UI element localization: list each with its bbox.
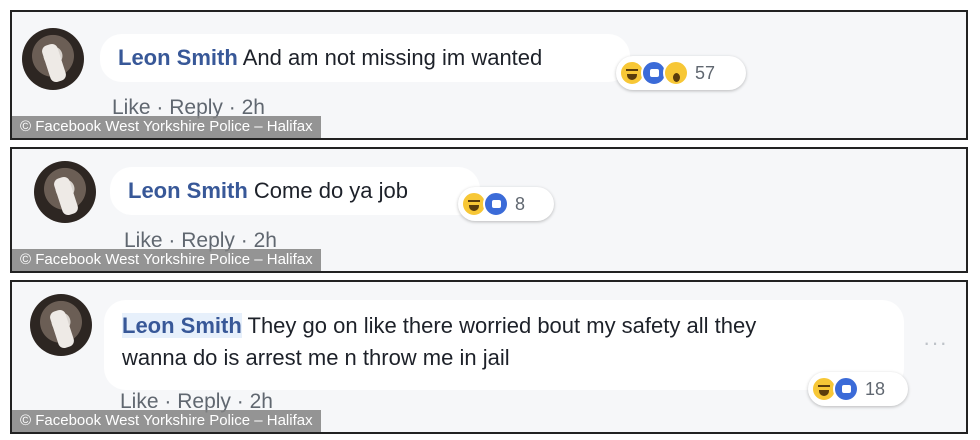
comment-text: And am not missing im wanted [242,45,543,70]
comment-text: Come do ya job [253,178,408,203]
reaction-count: 18 [865,378,886,399]
comment-panel-1: Leon Smith And am not missing im wanted … [10,10,968,140]
comment-panel-3: Leon Smith They go on like there worried… [10,280,968,434]
reactions-summary[interactable]: 57 [616,56,746,90]
wow-icon [663,60,689,86]
reactions-summary[interactable]: 8 [458,187,554,221]
reactions-summary[interactable]: 18 [808,372,908,406]
avatar[interactable] [22,28,84,90]
photo-credit: © Facebook West Yorkshire Police – Halif… [12,410,321,432]
avatar[interactable] [30,294,92,356]
like-icon [833,376,859,402]
author-name[interactable]: Leon Smith [118,45,238,70]
photo-credit: © Facebook West Yorkshire Police – Halif… [12,116,321,138]
comment-text-line-1: They go on like there worried bout my sa… [247,313,757,338]
author-name[interactable]: Leon Smith [122,313,242,338]
comment-text-line-2: wanna do is arrest me n throw me in jail [122,345,510,370]
reaction-count: 8 [515,193,526,214]
more-options-icon[interactable]: ··· [923,330,948,356]
like-icon [483,191,509,217]
comment-bubble: Leon Smith Come do ya job [110,167,480,215]
comment-bubble: Leon Smith They go on like there worried… [104,300,904,390]
photo-credit: © Facebook West Yorkshire Police – Halif… [12,249,321,271]
comment-panel-2: Leon Smith Come do ya job 8 Like · Reply… [10,147,968,273]
comment-bubble: Leon Smith And am not missing im wanted [100,34,630,82]
reaction-count: 57 [695,62,716,83]
avatar[interactable] [34,161,96,223]
author-name[interactable]: Leon Smith [128,178,248,203]
